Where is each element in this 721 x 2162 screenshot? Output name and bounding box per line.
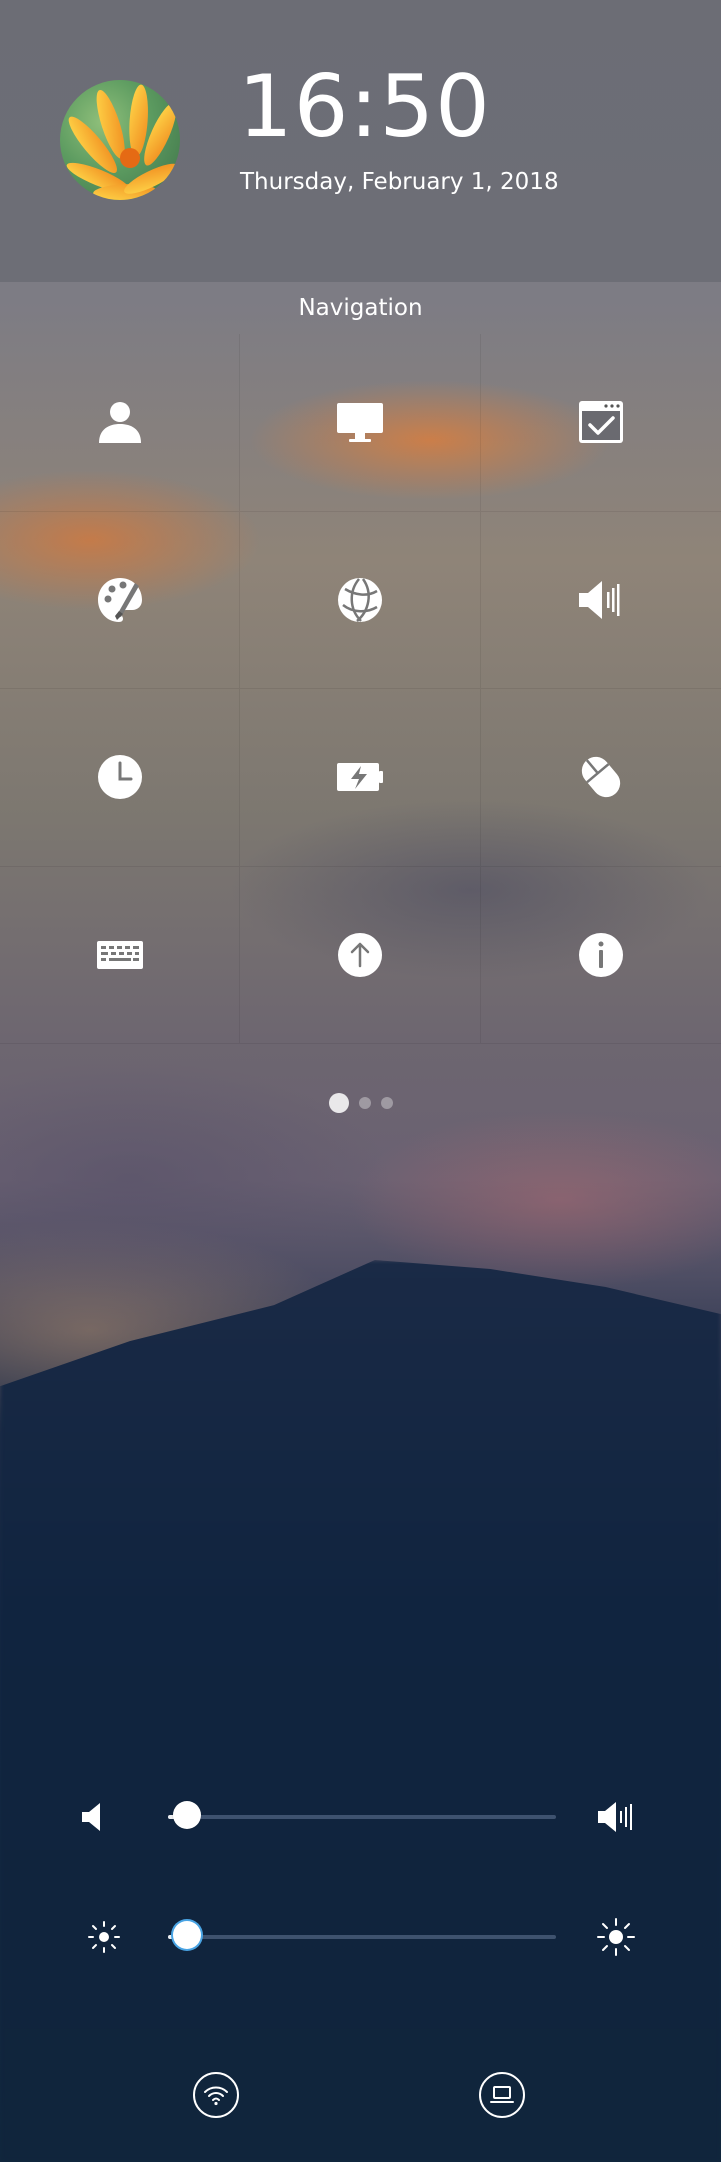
clock-date: Thursday, February 1, 2018 bbox=[240, 169, 559, 195]
nav-item-sound[interactable] bbox=[481, 512, 721, 689]
nav-item-mouse[interactable] bbox=[481, 689, 721, 867]
brightness-slider[interactable] bbox=[168, 1921, 556, 1949]
wallpaper-mountain bbox=[0, 1260, 721, 2162]
laptop-icon bbox=[490, 2086, 514, 2103]
speaker-high-icon[interactable] bbox=[586, 1787, 646, 1847]
brightness-slider-row bbox=[0, 1907, 721, 1967]
nav-item-system-info[interactable] bbox=[481, 867, 721, 1044]
section-title: Navigation bbox=[298, 295, 423, 321]
nav-item-default-apps[interactable] bbox=[481, 334, 721, 512]
wifi-button[interactable] bbox=[193, 2072, 239, 2118]
nav-item-account[interactable] bbox=[0, 334, 240, 512]
page-dot-3[interactable] bbox=[380, 1097, 393, 1109]
page-dot-2[interactable] bbox=[358, 1097, 371, 1109]
default-apps-icon bbox=[579, 401, 623, 444]
battery-icon bbox=[337, 763, 383, 792]
nav-item-display[interactable] bbox=[240, 334, 481, 512]
sound-icon bbox=[579, 580, 620, 619]
speaker-low-icon[interactable] bbox=[66, 1787, 126, 1847]
brightness-high-icon[interactable] bbox=[586, 1907, 646, 1967]
page-indicator bbox=[0, 1093, 721, 1113]
nav-item-power[interactable] bbox=[240, 689, 481, 867]
keyboard-icon bbox=[96, 940, 143, 969]
navigation-grid bbox=[0, 334, 721, 1044]
nav-item-keyboard[interactable] bbox=[0, 866, 240, 1044]
nav-item-personalization[interactable] bbox=[0, 511, 240, 689]
wifi-icon bbox=[204, 2086, 228, 2106]
volume-slider-row bbox=[0, 1787, 721, 1847]
volume-slider[interactable] bbox=[168, 1801, 556, 1829]
brightness-low-icon[interactable] bbox=[74, 1907, 134, 1967]
clock-icon bbox=[97, 755, 142, 800]
clock-time: 16:50 bbox=[238, 57, 491, 157]
volume-slider-handle[interactable] bbox=[173, 1801, 202, 1829]
account-icon bbox=[98, 402, 141, 444]
display-mode-button[interactable] bbox=[479, 2072, 525, 2118]
network-icon bbox=[338, 577, 382, 622]
nav-item-time-date[interactable] bbox=[0, 689, 240, 867]
mouse-icon bbox=[581, 757, 621, 798]
user-avatar[interactable] bbox=[60, 80, 180, 200]
display-icon bbox=[337, 403, 383, 443]
personalization-icon bbox=[97, 577, 142, 622]
nav-item-update[interactable] bbox=[240, 866, 481, 1044]
flower-icon bbox=[66, 84, 179, 200]
nav-item-network[interactable] bbox=[240, 511, 481, 689]
page-dot-1[interactable] bbox=[328, 1093, 349, 1113]
info-icon bbox=[579, 932, 623, 977]
brightness-slider-handle[interactable] bbox=[173, 1921, 202, 1949]
update-icon bbox=[338, 932, 382, 977]
